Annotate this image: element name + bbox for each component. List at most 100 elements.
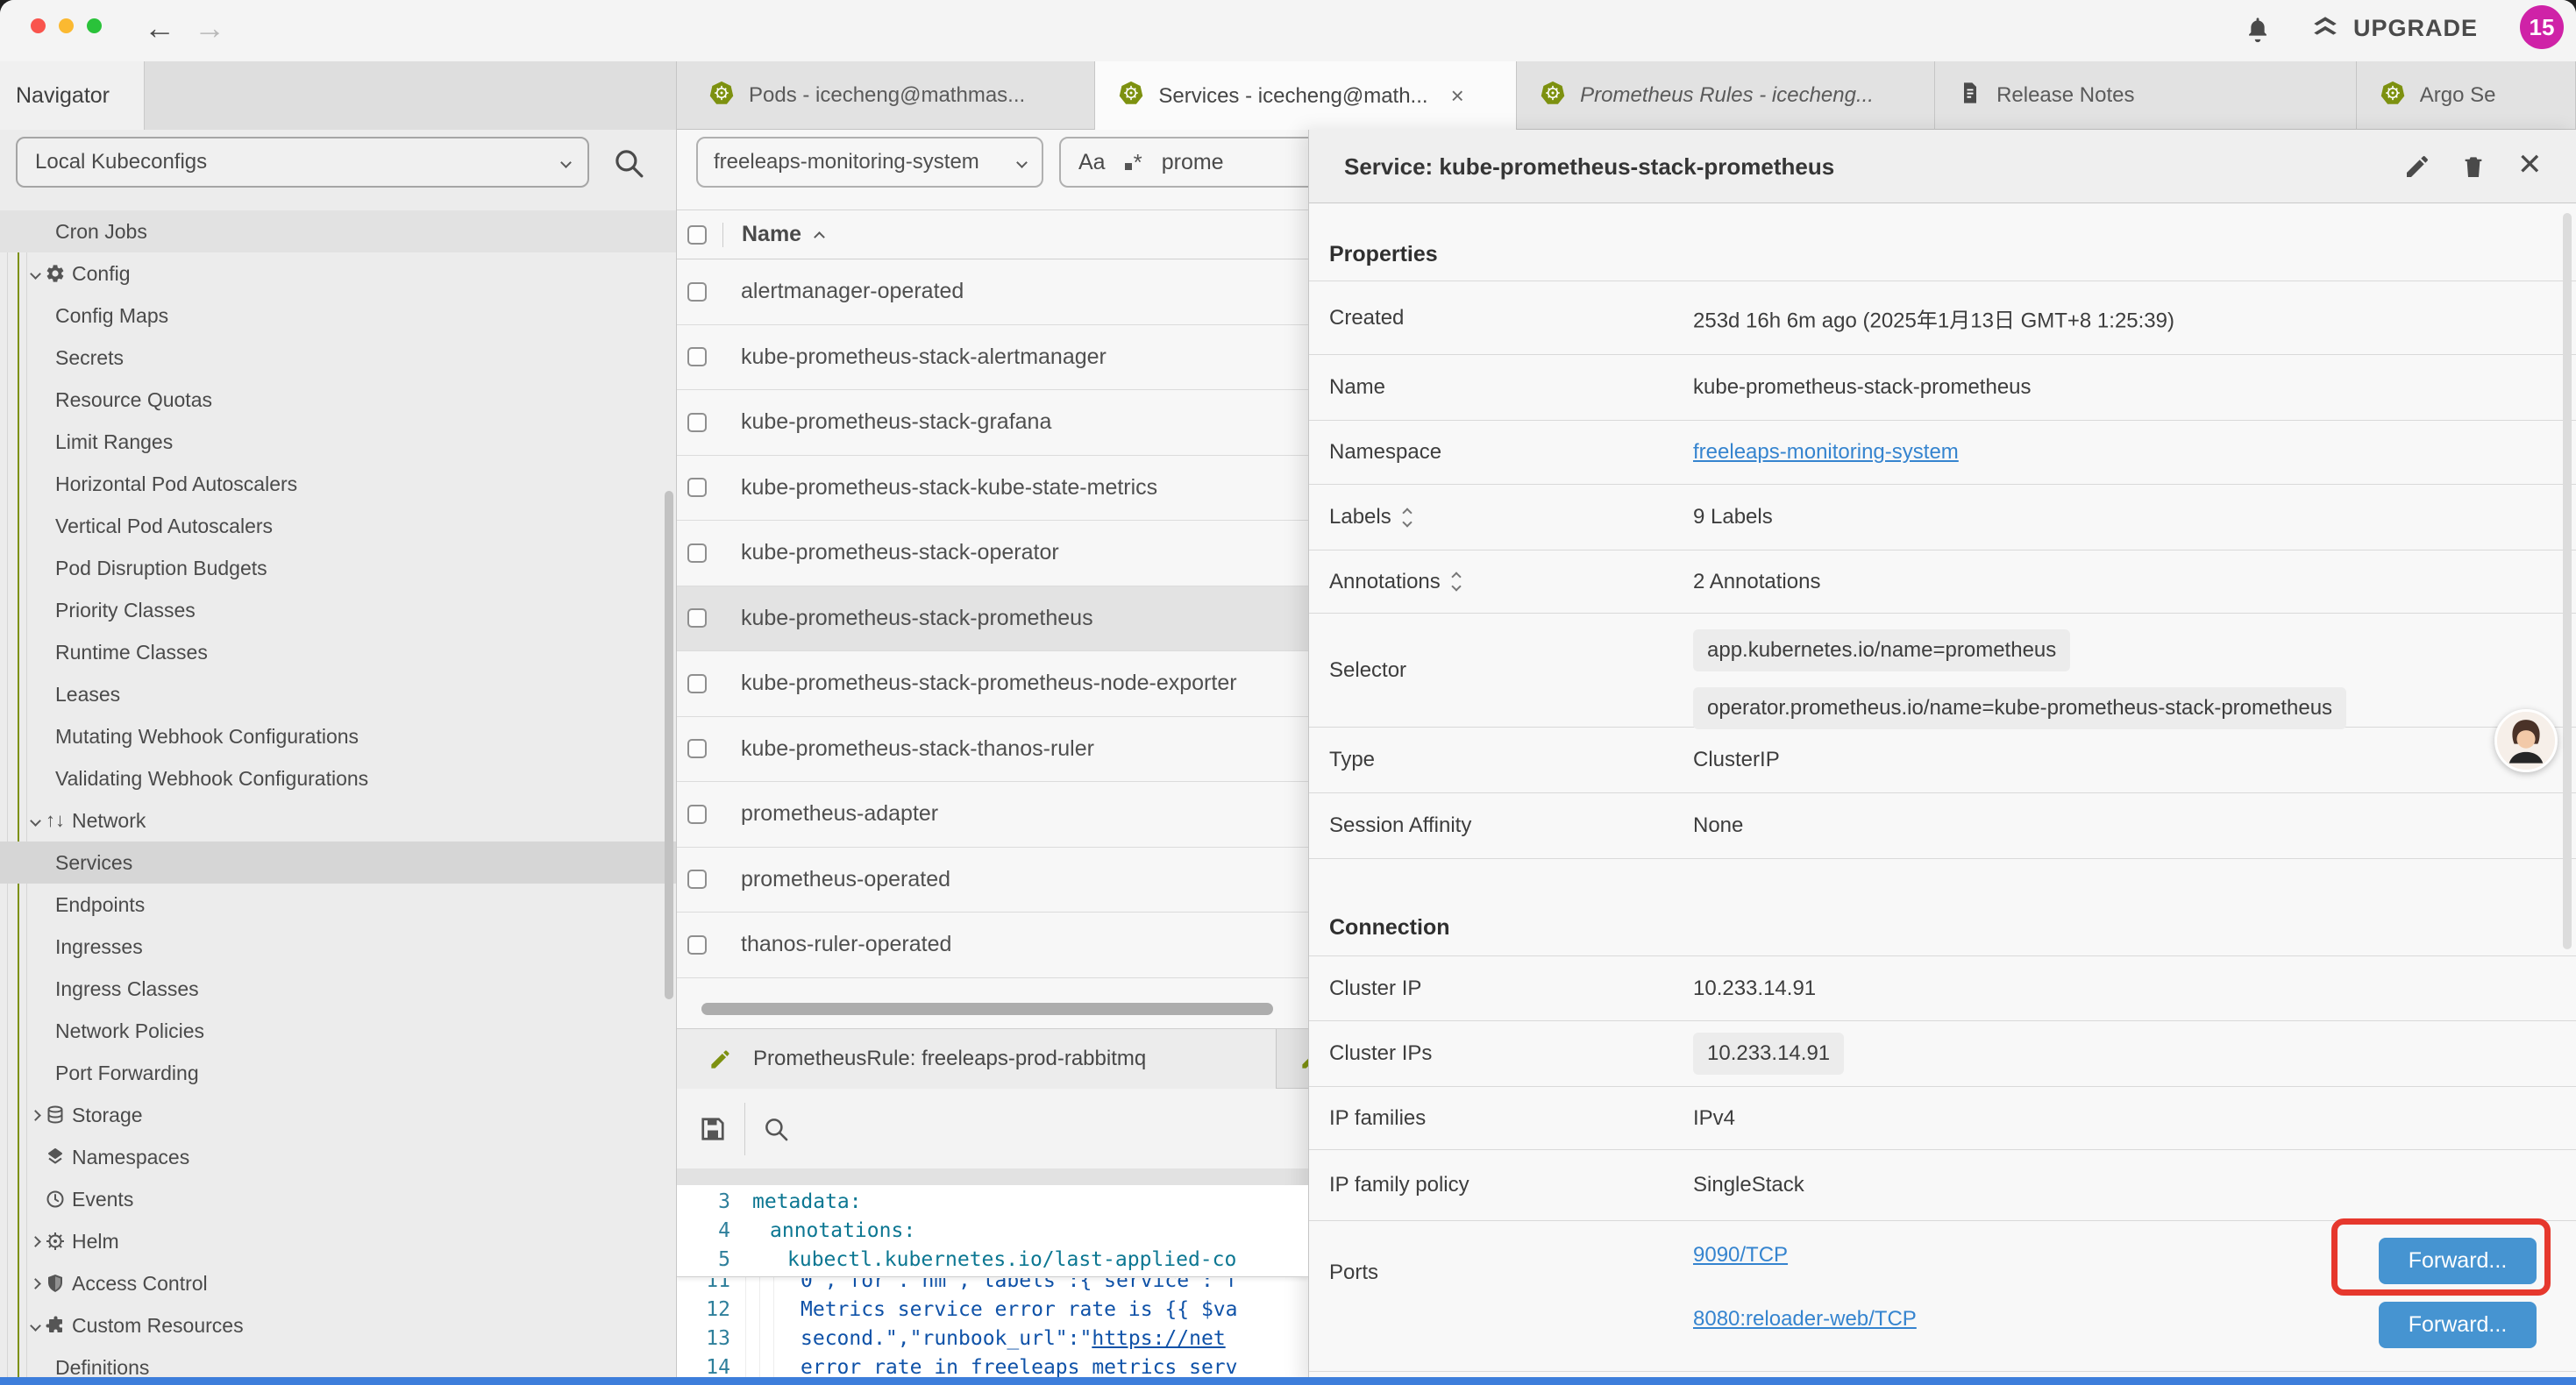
forward-button[interactable]: → [194,11,225,46]
navigator-tab[interactable]: Navigator [0,61,145,131]
selector-chip[interactable]: operator.prometheus.io/name=kube-prometh… [1693,687,2346,729]
sidebar-item-ingress-classes[interactable]: Ingress Classes [0,968,676,1010]
row-checkbox[interactable] [687,739,707,758]
sidebar-item-limit-ranges[interactable]: Limit Ranges [0,421,676,463]
editor-tab-prometheusrule[interactable]: PrometheusRule: freeleaps-prod-rabbitmq [677,1029,1277,1089]
sidebar-item-mutating-webhook-configurations[interactable]: Mutating Webhook Configurations [0,715,676,757]
sidebar-item-resource-quotas[interactable]: Resource Quotas [0,379,676,421]
save-icon[interactable] [697,1113,729,1145]
sidebar-item-ingresses[interactable]: Ingresses [0,926,676,968]
edit-pencil-icon[interactable] [2403,153,2431,181]
sidebar-item-services[interactable]: Services [0,842,676,884]
namespace-link[interactable]: freeleaps-monitoring-system [1693,440,1959,465]
row-value[interactable]: 2 Annotations [1693,570,1820,594]
sidebar-item-access-control[interactable]: Access Control [0,1262,676,1304]
sidebar-item-config-maps[interactable]: Config Maps [0,295,676,337]
sidebar-item-runtime-classes[interactable]: Runtime Classes [0,631,676,673]
tab-services[interactable]: Services - icecheng@math... × [1095,61,1517,130]
code-viewport[interactable]: 110", for . nm", labels :{ service : f12… [677,1278,1308,1385]
tab-argo[interactable]: Argo Se [2357,61,2576,130]
sort-ascending-icon[interactable] [814,231,825,243]
row-checkbox[interactable] [687,608,707,628]
horizontal-scrollbar[interactable] [701,1003,1273,1015]
row-checkbox[interactable] [687,413,707,432]
profile-badge[interactable]: 15 [2520,5,2564,49]
port-link-8080[interactable]: 8080:reloader-web/TCP [1693,1307,1917,1332]
sidebar-item-vertical-pod-autoscalers[interactable]: Vertical Pod Autoscalers [0,505,676,547]
table-row-prometheus-adapter[interactable]: prometheus-adapter [677,782,1308,848]
expand-collapse-icon[interactable] [1404,509,1411,526]
sidebar-item-leases[interactable]: Leases [0,673,676,715]
sidebar-item-custom-resources[interactable]: Custom Resources [0,1304,676,1346]
table-row-kube-prometheus-stack-kube-state-metrics[interactable]: kube-prometheus-stack-kube-state-metrics [677,456,1308,522]
table-row-kube-prometheus-stack-prometheus-node-exporter[interactable]: kube-prometheus-stack-prometheus-node-ex… [677,651,1308,717]
row-checkbox[interactable] [687,935,707,955]
table-row-kube-prometheus-stack-grafana[interactable]: kube-prometheus-stack-grafana [677,390,1308,456]
upgrade-button[interactable]: UPGRADE [2309,12,2478,44]
table-row-alertmanager-operated[interactable]: alertmanager-operated [677,259,1308,325]
sidebar-item-cron-jobs[interactable]: Cron Jobs [0,210,676,252]
select-all-checkbox[interactable] [687,225,707,245]
sidebar-item-priority-classes[interactable]: Priority Classes [0,589,676,631]
table-row-kube-prometheus-stack-thanos-ruler[interactable]: kube-prometheus-stack-thanos-ruler [677,717,1308,783]
close-window-button[interactable] [31,18,46,33]
table-row-thanos-ruler-operated[interactable]: thanos-ruler-operated [677,913,1308,978]
match-case-toggle[interactable]: Aa [1078,150,1106,175]
row-checkbox[interactable] [687,543,707,563]
table-row-kube-prometheus-stack-operator[interactable]: kube-prometheus-stack-operator [677,521,1308,586]
row-value[interactable]: 9 Labels [1693,505,1773,529]
chevron-down-icon[interactable] [27,813,43,828]
chevron-right-icon[interactable] [27,1107,43,1123]
sidebar-item-definitions[interactable]: Definitions [0,1346,676,1377]
tab-prometheus-rules[interactable]: Prometheus Rules - icecheng... [1517,61,1935,130]
notifications-bell-icon[interactable] [2243,15,2273,49]
sidebar-item-port-forwarding[interactable]: Port Forwarding [0,1052,676,1094]
sidebar-item-namespaces[interactable]: Namespaces [0,1136,676,1178]
sidebar-item-secrets[interactable]: Secrets [0,337,676,379]
namespace-select[interactable]: freeleaps-monitoring-system [696,137,1043,188]
sidebar-item-horizontal-pod-autoscalers[interactable]: Horizontal Pod Autoscalers [0,463,676,505]
sidebar-scrollbar[interactable] [665,491,673,999]
sidebar-item-endpoints[interactable]: Endpoints [0,884,676,926]
row-checkbox[interactable] [687,478,707,497]
table-row-kube-prometheus-stack-alertmanager[interactable]: kube-prometheus-stack-alertmanager [677,325,1308,391]
sidebar-item-helm[interactable]: Helm [0,1220,676,1262]
table-row-prometheus-operated[interactable]: prometheus-operated [677,848,1308,913]
selector-chip[interactable]: app.kubernetes.io/name=prometheus [1693,629,2070,671]
name-column-header[interactable]: Name [742,222,801,247]
zoom-window-button[interactable] [87,18,102,33]
expand-collapse-icon[interactable] [1453,573,1460,590]
sidebar-item-config[interactable]: Config [0,252,676,295]
sidebar-item-pod-disruption-budgets[interactable]: Pod Disruption Budgets [0,547,676,589]
kubeconfig-select[interactable]: Local Kubeconfigs [16,137,589,188]
sidebar-search-icon[interactable] [610,145,647,186]
port-link-9090[interactable]: 9090/TCP [1693,1243,1788,1268]
assistant-avatar[interactable] [2494,709,2558,772]
sidebar-item-storage[interactable]: Storage [0,1094,676,1136]
close-panel-icon[interactable]: ✕ [2517,147,2543,182]
sidebar-item-network[interactable]: ↑↓Network [0,799,676,842]
close-tab-icon[interactable]: × [1451,82,1464,110]
table-row-kube-prometheus-stack-prometheus[interactable]: kube-prometheus-stack-prometheus [677,586,1308,652]
forward-button-8080[interactable]: Forward... [2379,1302,2537,1348]
editor-tab-next[interactable] [1277,1029,1308,1089]
regex-toggle[interactable]: * [1125,149,1142,176]
runbook-url-link[interactable]: https://net [1092,1327,1225,1350]
row-checkbox[interactable] [687,805,707,824]
row-checkbox[interactable] [687,282,707,302]
sidebar-item-validating-webhook-configurations[interactable]: Validating Webhook Configurations [0,757,676,799]
panel-scrollbar[interactable] [2563,213,2572,949]
sidebar-item-events[interactable]: Events [0,1178,676,1220]
row-checkbox[interactable] [687,347,707,366]
chevron-down-icon[interactable] [27,1318,43,1333]
delete-trash-icon[interactable] [2459,153,2487,181]
editor-scroll-strip[interactable] [677,1168,1308,1185]
row-checkbox[interactable] [687,674,707,693]
row-checkbox[interactable] [687,870,707,889]
list-search-input[interactable]: Aa * prome [1059,137,1308,188]
minimize-window-button[interactable] [59,18,74,33]
tab-pods[interactable]: Pods - icecheng@mathmas... [686,61,1095,130]
chevron-right-icon[interactable] [27,1233,43,1249]
editor-search-icon[interactable] [761,1114,791,1144]
back-button[interactable]: ← [144,11,175,46]
